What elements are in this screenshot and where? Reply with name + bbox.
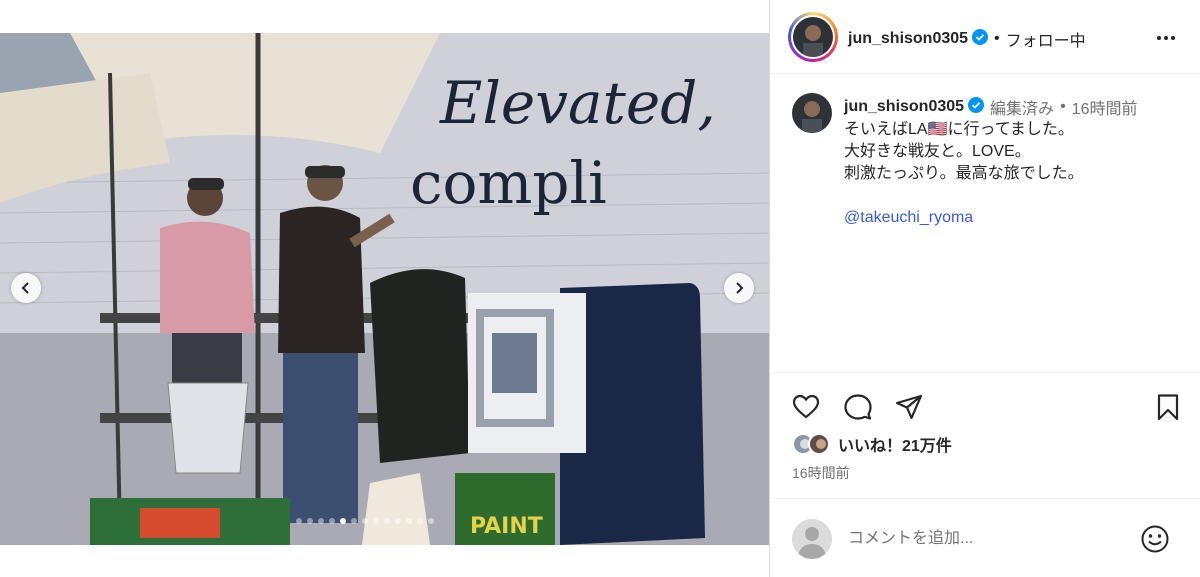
chevron-right-icon — [736, 282, 744, 294]
carousel-indicator — [296, 518, 434, 524]
story-ring[interactable] — [788, 12, 838, 62]
caption-line: そいえばLA🇺🇸に行ってました。 — [844, 121, 1074, 138]
post-photo[interactable]: Elevated, compli PAINT — [0, 33, 769, 545]
avatar[interactable] — [793, 17, 833, 57]
prev-slide-button[interactable] — [11, 273, 41, 303]
carousel-dot — [296, 518, 302, 524]
carousel-dot — [307, 518, 313, 524]
carousel-dot — [362, 518, 368, 524]
likes-count[interactable]: いいね！21万件 — [838, 432, 952, 456]
heart-icon[interactable] — [791, 392, 821, 422]
sign-text: PAINT — [470, 514, 543, 539]
verified-badge-icon — [972, 28, 989, 50]
comment-input[interactable] — [848, 527, 1118, 551]
wall-text-1: Elevated, — [439, 69, 716, 137]
current-user-avatar[interactable] — [792, 519, 832, 559]
caption-line: 大好きな戦友と。LOVE。 — [844, 143, 1031, 160]
smiley-icon[interactable] — [1140, 524, 1170, 554]
divider — [770, 498, 1200, 499]
carousel-dot — [373, 518, 379, 524]
likes-row: いいね！21万件 — [792, 432, 952, 456]
chevron-left-icon — [21, 282, 29, 294]
follow-status-button[interactable]: フォロー中 — [1006, 27, 1086, 51]
carousel-dot — [318, 518, 324, 524]
verified-badge-icon — [968, 96, 985, 118]
divider — [770, 372, 1200, 373]
header-separator: • — [994, 30, 1000, 47]
carousel-dot — [395, 518, 401, 524]
post-header: jun_shison0305 • フォロー中 — [770, 0, 1200, 74]
caption-username[interactable]: jun_shison0305 — [844, 98, 964, 116]
carousel-dot — [417, 518, 423, 524]
wall-text-2: compli — [410, 149, 607, 217]
edited-label: 編集済み — [990, 101, 1055, 118]
carousel-dot — [329, 518, 335, 524]
carousel-dot — [428, 518, 434, 524]
comment-bubble-icon[interactable] — [843, 392, 873, 422]
more-dots-icon[interactable] — [1154, 28, 1178, 48]
caption-avatar[interactable] — [792, 93, 832, 133]
carousel-dot — [351, 518, 357, 524]
bookmark-icon[interactable] — [1153, 392, 1183, 422]
carousel-dot — [340, 518, 346, 524]
post-side-panel: jun_shison0305 • フォロー中 jun_shison0305 編集… — [769, 0, 1200, 577]
carousel-dot — [406, 518, 412, 524]
caption-line: 刺激たっぷり。最高な旅でした。 — [844, 165, 1084, 182]
caption-body: そいえばLA🇺🇸に行ってました。 大好きな戦友と。LOVE。 刺激たっぷり。最高… — [844, 119, 1084, 229]
post-media: Elevated, compli PAINT — [0, 0, 769, 577]
liker-avatar[interactable] — [808, 433, 830, 455]
caption: jun_shison0305 編集済み • 16時間前 そいえばLA🇺🇸に行って… — [770, 75, 1200, 375]
carousel-dot — [384, 518, 390, 524]
mention-link[interactable]: @takeuchi_ryoma — [844, 209, 973, 226]
post-timestamp[interactable]: 16時間前 — [792, 463, 850, 483]
next-slide-button[interactable] — [724, 273, 754, 303]
caption-time[interactable]: 16時間前 — [1072, 95, 1138, 119]
paper-plane-icon[interactable] — [894, 392, 924, 422]
caption-separator: • — [1060, 98, 1066, 115]
header-username[interactable]: jun_shison0305 — [848, 30, 968, 48]
